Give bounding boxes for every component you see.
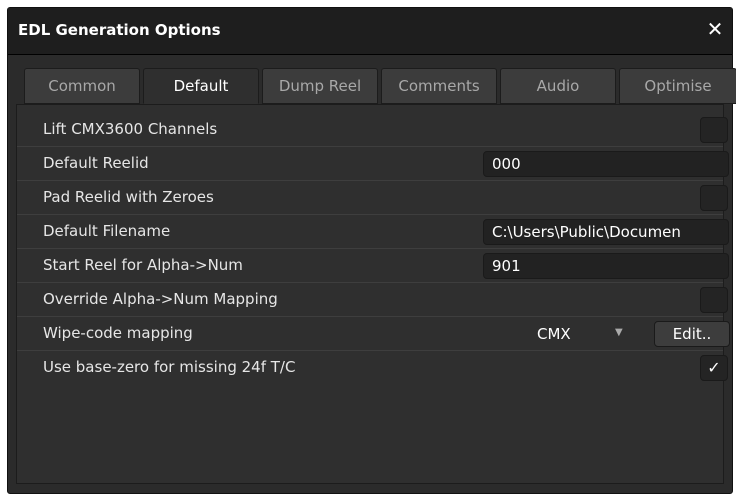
wipe-code-label: Wipe-code mapping <box>43 324 193 342</box>
chevron-down-icon: ▼ <box>615 327 623 338</box>
row-default-reelid: Default Reelid 000 <box>17 147 729 181</box>
base-zero-checkbox[interactable]: ✓ <box>700 355 728 381</box>
default-reelid-input[interactable]: 000 <box>483 151 729 177</box>
start-reel-label: Start Reel for Alpha->Num <box>43 256 243 274</box>
wipe-code-select[interactable]: CMX ▼ <box>517 321 647 347</box>
row-base-zero: Use base-zero for missing 24f T/C ✓ <box>17 351 728 385</box>
row-lift-cmx: Lift CMX3600 Channels <box>17 113 728 147</box>
row-override-mapping: Override Alpha->Num Mapping <box>17 283 728 317</box>
lift-cmx-checkbox[interactable] <box>700 117 728 143</box>
close-icon[interactable]: ✕ <box>704 18 726 40</box>
start-reel-input[interactable]: 901 <box>483 253 729 279</box>
wipe-code-value: CMX <box>537 325 571 343</box>
pad-reelid-label: Pad Reelid with Zeroes <box>43 188 214 206</box>
lift-cmx-label: Lift CMX3600 Channels <box>43 120 218 138</box>
row-wipe-code: Wipe-code mapping CMX ▼ Edit.. <box>17 317 730 351</box>
wipe-code-edit-button[interactable]: Edit.. <box>654 321 730 347</box>
row-pad-reelid: Pad Reelid with Zeroes <box>17 181 728 215</box>
tab-comments[interactable]: Comments <box>381 68 497 104</box>
override-mapping-checkbox[interactable] <box>700 287 728 313</box>
tab-optimise[interactable]: Optimise <box>619 68 736 104</box>
pad-reelid-checkbox[interactable] <box>700 185 728 211</box>
edl-options-dialog: EDL Generation Options ✕ Common Default … <box>7 7 736 494</box>
tab-dump-reel[interactable]: Dump Reel <box>262 68 378 104</box>
title-bar: EDL Generation Options ✕ <box>8 8 732 55</box>
dialog-title: EDL Generation Options <box>18 21 221 39</box>
row-default-filename: Default Filename C:\Users\Public\Documen <box>17 215 729 249</box>
override-mapping-label: Override Alpha->Num Mapping <box>43 290 278 308</box>
tab-common[interactable]: Common <box>24 68 140 104</box>
row-start-reel: Start Reel for Alpha->Num 901 <box>17 249 729 283</box>
default-filename-input[interactable]: C:\Users\Public\Documen <box>483 219 729 245</box>
tab-default[interactable]: Default <box>143 68 259 104</box>
default-tab-panel: Lift CMX3600 Channels Default Reelid 000… <box>16 104 730 484</box>
tab-audio[interactable]: Audio <box>500 68 616 104</box>
base-zero-label: Use base-zero for missing 24f T/C <box>43 358 296 376</box>
tab-bar: Common Default Dump Reel Comments Audio … <box>24 68 736 104</box>
default-filename-label: Default Filename <box>43 222 171 240</box>
default-reelid-label: Default Reelid <box>43 154 149 172</box>
